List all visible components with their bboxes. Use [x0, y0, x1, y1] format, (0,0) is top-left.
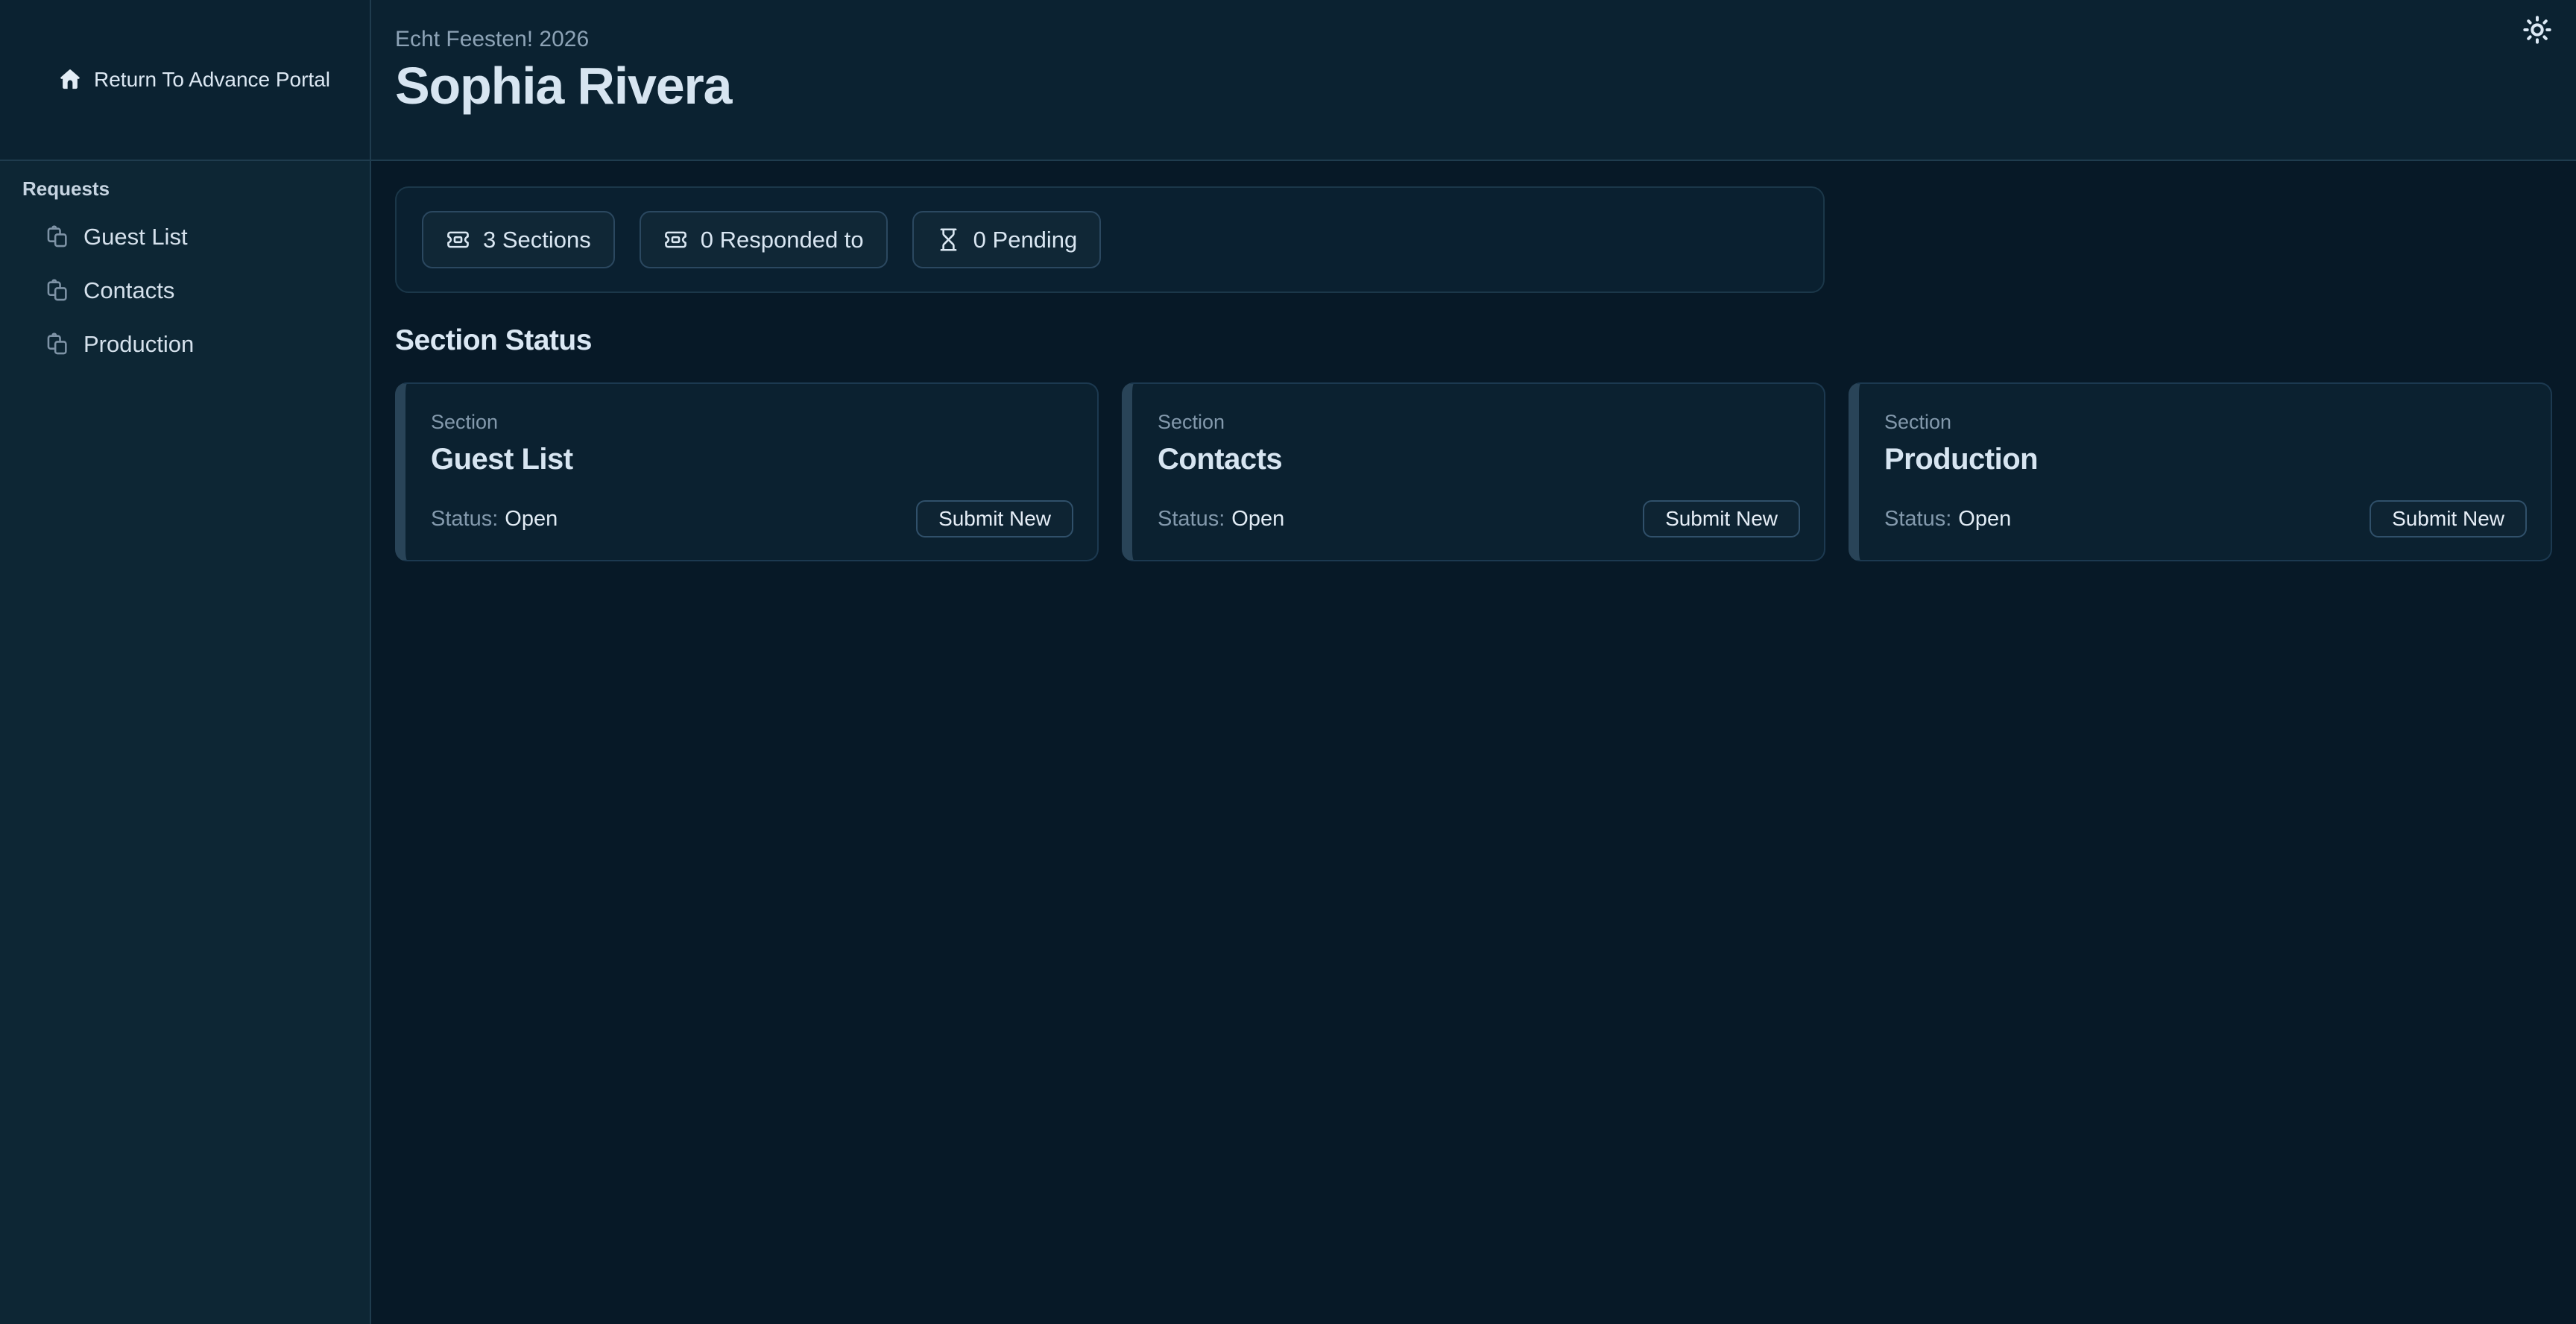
sidebar-item-contacts[interactable]: Contacts — [22, 264, 352, 318]
sidebar: Requests Guest List — [0, 161, 371, 1324]
card-footer: Status: Open Submit New — [1884, 500, 2527, 538]
stat-sections-button[interactable]: 3 Sections — [422, 211, 615, 268]
section-card-production: Section Production Status: Open Submit Ne… — [1849, 382, 2552, 561]
card-footer: Status:Open Submit New — [1158, 500, 1800, 538]
return-portal-link[interactable]: Return To Advance Portal — [58, 68, 330, 92]
card-kicker: Section — [1884, 412, 2527, 432]
clipboard-copy-icon — [45, 278, 70, 303]
submit-new-button[interactable]: Submit New — [2370, 500, 2527, 538]
header: Return To Advance Portal Echt Feesten! 2… — [0, 0, 2576, 161]
home-icon — [58, 68, 82, 92]
sidebar-item-production[interactable]: Production — [22, 318, 352, 371]
status-label: Status: — [1158, 507, 1225, 531]
sidebar-item-label: Production — [83, 331, 194, 358]
section-card-contacts: Section Contacts Status:Open Submit New — [1122, 382, 1825, 561]
status-badge: Open — [505, 507, 558, 531]
section-status-heading: Section Status — [395, 326, 2552, 355]
theme-toggle-button[interactable] — [2519, 12, 2555, 48]
card-kicker: Section — [1158, 412, 1800, 432]
hourglass-icon — [936, 227, 961, 252]
clipboard-copy-icon — [45, 332, 70, 357]
main-content: 3 Sections 0 Responded to — [371, 161, 2576, 1324]
stats-panel: 3 Sections 0 Responded to — [395, 186, 1825, 293]
return-portal-label: Return To Advance Portal — [94, 68, 330, 92]
clipboard-copy-icon — [45, 224, 70, 250]
status-badge: Open — [1958, 507, 2011, 531]
status-label: Status: — [1884, 507, 1951, 531]
sidebar-item-label: Guest List — [83, 224, 188, 250]
stat-responded-button[interactable]: 0 Responded to — [640, 211, 888, 268]
stat-label: 0 Responded to — [701, 227, 864, 253]
submit-new-button[interactable]: Submit New — [916, 500, 1073, 538]
status-label: Status: — [431, 507, 498, 531]
status-badge: Open — [1231, 507, 1284, 531]
stat-label: 0 Pending — [973, 227, 1078, 253]
header-main-zone: Echt Feesten! 2026 Sophia Rivera — [371, 0, 2576, 160]
header-sidebar-zone: Return To Advance Portal — [0, 0, 371, 160]
submit-new-button[interactable]: Submit New — [1643, 500, 1800, 538]
stat-pending-button[interactable]: 0 Pending — [912, 211, 1102, 268]
stat-label: 3 Sections — [483, 227, 591, 253]
card-footer: Status: Open Submit New — [431, 500, 1073, 538]
status-line: Status: Open — [1884, 507, 2011, 532]
sidebar-group-label: Requests — [22, 177, 352, 198]
sidebar-nav: Guest List Contacts — [22, 210, 352, 371]
ticket-icon — [663, 227, 688, 252]
card-title: Guest List — [431, 444, 1073, 474]
page-title-person-name: Sophia Rivera — [395, 59, 2576, 114]
sun-icon — [2522, 15, 2552, 45]
status-line: Status:Open — [1158, 507, 1284, 532]
sidebar-item-label: Contacts — [83, 277, 174, 304]
sidebar-item-guest-list[interactable]: Guest List — [22, 210, 352, 264]
ticket-icon — [446, 227, 470, 252]
section-card-guest-list: Section Guest List Status: Open Submit Ne… — [395, 382, 1099, 561]
card-kicker: Section — [431, 412, 1073, 432]
event-name: Echt Feesten! 2026 — [395, 27, 2576, 51]
section-cards: Section Guest List Status:Open Submit Ne… — [395, 382, 2552, 561]
card-title: Production — [1884, 444, 2527, 474]
body-row: Requests Guest List — [0, 161, 2576, 1324]
card-title: Contacts — [1158, 444, 1800, 474]
status-line: Status: Open — [431, 507, 558, 532]
